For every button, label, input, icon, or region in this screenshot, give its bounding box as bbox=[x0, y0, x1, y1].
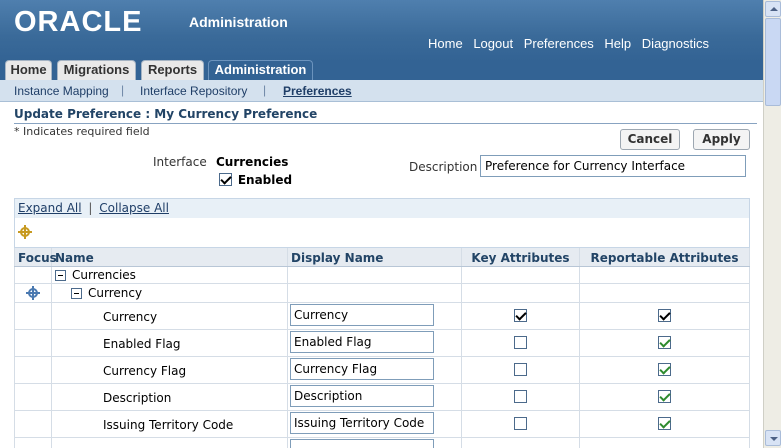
display-name-input[interactable] bbox=[290, 304, 434, 326]
apply-button[interactable]: Apply bbox=[693, 129, 750, 150]
collapse-icon[interactable] bbox=[71, 288, 82, 299]
tab-administration[interactable]: Administration bbox=[208, 60, 313, 80]
tree-row-root: Currencies bbox=[14, 267, 750, 284]
tree-toolbar: Expand All | Collapse All bbox=[14, 198, 750, 218]
reportable-attribute-checkbox[interactable] bbox=[657, 363, 671, 376]
required-field-note: * Indicates required field bbox=[14, 125, 150, 138]
focus-root-icon[interactable] bbox=[18, 225, 32, 239]
focus-node-icon[interactable] bbox=[26, 286, 40, 300]
header-reportable-attributes: Reportable Attributes bbox=[580, 248, 750, 266]
key-attribute-checkbox[interactable] bbox=[513, 336, 527, 349]
enabled-label: Enabled bbox=[237, 172, 293, 187]
key-attribute-checkbox[interactable] bbox=[513, 390, 527, 403]
title-divider bbox=[14, 123, 757, 124]
toolbar-separator: | bbox=[88, 201, 93, 215]
row-name: Description bbox=[103, 391, 172, 405]
reportable-attribute-checkbox[interactable] bbox=[657, 417, 671, 430]
header-key-attributes: Key Attributes bbox=[462, 248, 580, 266]
interface-value: Currencies bbox=[216, 155, 289, 169]
display-name-input[interactable] bbox=[290, 439, 434, 448]
subtab-bar: Instance Mapping | Interface Repository … bbox=[0, 80, 763, 102]
node-currencies: Currencies bbox=[72, 268, 136, 282]
page-title: Update Preference : My Currency Preferen… bbox=[14, 107, 318, 121]
header-name: Name bbox=[52, 248, 288, 266]
global-link-logout[interactable]: Logout bbox=[473, 36, 513, 51]
global-links: Home Logout Preferences Help Diagnostics bbox=[421, 36, 709, 51]
subtab-separator: | bbox=[263, 83, 267, 97]
key-attribute-checkbox[interactable] bbox=[513, 363, 527, 376]
key-attribute-checkbox[interactable] bbox=[513, 417, 527, 430]
row-name: Issuing Territory Code bbox=[103, 418, 234, 432]
reportable-attribute-checkbox[interactable] bbox=[657, 309, 671, 322]
collapse-all-link[interactable]: Collapse All bbox=[99, 201, 169, 215]
oracle-logo: ORACLE bbox=[14, 6, 143, 38]
scroll-up-button[interactable] bbox=[765, 1, 781, 17]
row-name: Currency bbox=[103, 310, 158, 324]
table-header: Focus Name Display Name Key Attributes R… bbox=[14, 248, 750, 267]
subtab-interface-repository[interactable]: Interface Repository bbox=[140, 84, 247, 98]
table-row: Issuing Territory Code bbox=[14, 411, 750, 438]
cancel-button[interactable]: Cancel bbox=[620, 129, 680, 150]
branding-bar: ORACLE Administration Home Logout Prefer… bbox=[0, 0, 763, 61]
display-name-input[interactable] bbox=[290, 358, 434, 380]
interface-label: Interface bbox=[153, 155, 207, 169]
table-row: Currency bbox=[14, 303, 750, 330]
collapse-icon[interactable] bbox=[55, 270, 66, 281]
header-focus: Focus bbox=[14, 248, 57, 266]
global-link-preferences[interactable]: Preferences bbox=[524, 36, 594, 51]
display-name-input[interactable] bbox=[290, 385, 434, 407]
display-name-input[interactable] bbox=[290, 412, 434, 434]
description-input[interactable] bbox=[480, 155, 746, 177]
reportable-attribute-checkbox[interactable] bbox=[657, 336, 671, 349]
table-row: Enabled Flag bbox=[14, 330, 750, 357]
global-link-home[interactable]: Home bbox=[428, 36, 463, 51]
enabled-checkbox[interactable] bbox=[219, 173, 232, 186]
table-row bbox=[14, 438, 750, 448]
header-display-name: Display Name bbox=[288, 248, 462, 266]
global-link-diagnostics[interactable]: Diagnostics bbox=[642, 36, 709, 51]
subtab-separator: | bbox=[121, 83, 125, 97]
global-link-help[interactable]: Help bbox=[604, 36, 631, 51]
node-currency: Currency bbox=[88, 286, 143, 300]
table-row: Description bbox=[14, 384, 750, 411]
scroll-thumb[interactable] bbox=[765, 18, 781, 106]
display-name-input[interactable] bbox=[290, 331, 434, 353]
key-attribute-checkbox[interactable] bbox=[513, 309, 527, 322]
description-label: Description bbox=[409, 160, 478, 174]
app-title: Administration bbox=[189, 14, 288, 30]
row-name: Enabled Flag bbox=[103, 337, 181, 351]
tab-migrations[interactable]: Migrations bbox=[57, 60, 136, 80]
table-row: Currency Flag bbox=[14, 357, 750, 384]
enabled-checkbox-wrap: Enabled bbox=[219, 172, 292, 187]
vertical-scrollbar[interactable] bbox=[763, 0, 781, 448]
expand-all-link[interactable]: Expand All bbox=[18, 201, 82, 215]
tree-row-child: Currency bbox=[14, 284, 750, 303]
row-name: Currency Flag bbox=[103, 364, 187, 378]
reportable-attribute-checkbox[interactable] bbox=[657, 390, 671, 403]
subtab-instance-mapping[interactable]: Instance Mapping bbox=[14, 84, 109, 98]
tab-home[interactable]: Home bbox=[5, 60, 52, 80]
scroll-down-button[interactable] bbox=[765, 430, 781, 446]
subtab-preferences[interactable]: Preferences bbox=[283, 84, 352, 98]
focus-bar bbox=[14, 218, 750, 248]
tab-reports[interactable]: Reports bbox=[141, 60, 204, 80]
